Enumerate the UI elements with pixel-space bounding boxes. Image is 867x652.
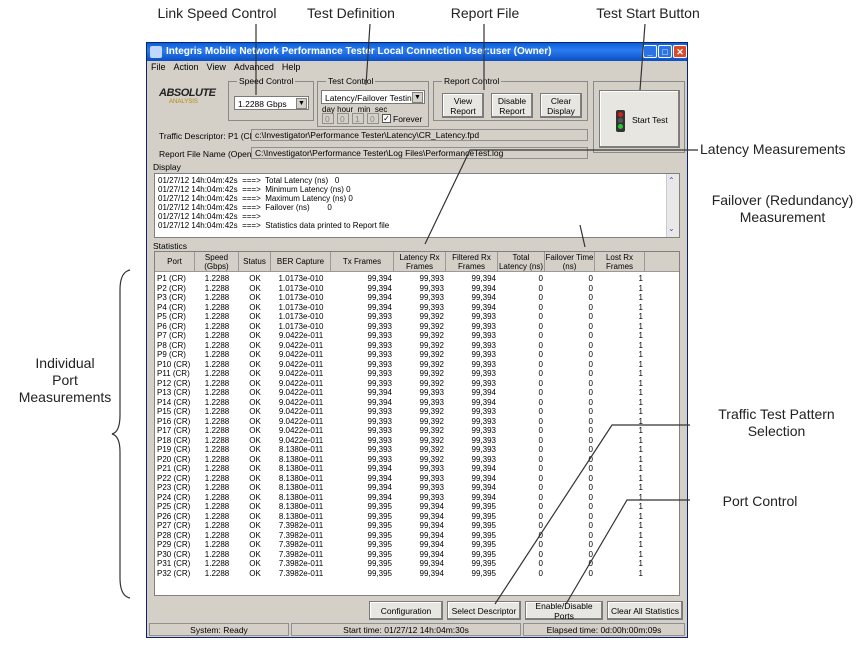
latency-line: [424, 149, 698, 245]
callout-lines: [111, 23, 698, 605]
test-start-line: [639, 23, 646, 91]
test-definition-line: [365, 23, 371, 86]
individual-brace: [111, 269, 131, 599]
failover-line: [579, 224, 586, 248]
traffic-line: [494, 424, 690, 605]
port-control-line: [565, 499, 690, 605]
